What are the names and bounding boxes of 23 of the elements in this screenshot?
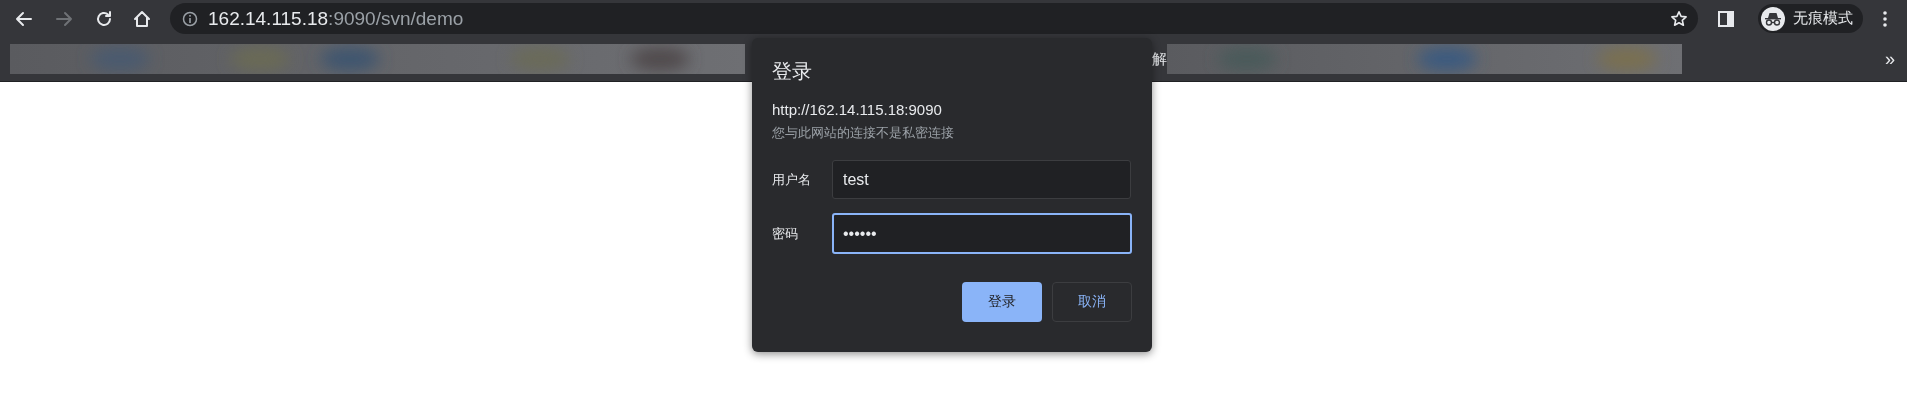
menu-icon[interactable] (1883, 10, 1887, 27)
dialog-title: 登录 (772, 59, 813, 84)
back-arrow-icon[interactable] (15, 9, 33, 28)
password-field[interactable]: •••••• (832, 213, 1132, 254)
side-panel-icon[interactable] (1718, 10, 1734, 27)
site-url: http://162.14.115.18:9090 (772, 101, 943, 118)
address-bar[interactable]: 162.14.115.18:9090/svn/demo (170, 3, 1698, 34)
forward-arrow-icon[interactable] (55, 9, 73, 28)
url-text: 162.14.115.18:9090/svn/demo (208, 7, 465, 30)
field-label: 用户名 (772, 170, 812, 189)
username-field[interactable]: test (832, 160, 1131, 199)
home-icon[interactable] (133, 9, 151, 28)
reload-icon[interactable] (95, 9, 113, 28)
sign-in-button[interactable]: 登录 (962, 282, 1042, 322)
info-icon[interactable] (182, 10, 198, 27)
incognito-icon (1764, 11, 1782, 26)
more-bookmarks-button[interactable]: » (1885, 48, 1895, 70)
field-label: 密码 (772, 224, 799, 243)
bookmark-label[interactable]: 解 (1152, 49, 1167, 69)
star-icon[interactable] (1670, 9, 1688, 28)
incognito-button[interactable]: 无痕模式 (1758, 4, 1863, 33)
connection-warning: 您与此网站的连接不是私密连接 (772, 124, 955, 142)
cancel-button[interactable]: 取消 (1052, 282, 1132, 322)
